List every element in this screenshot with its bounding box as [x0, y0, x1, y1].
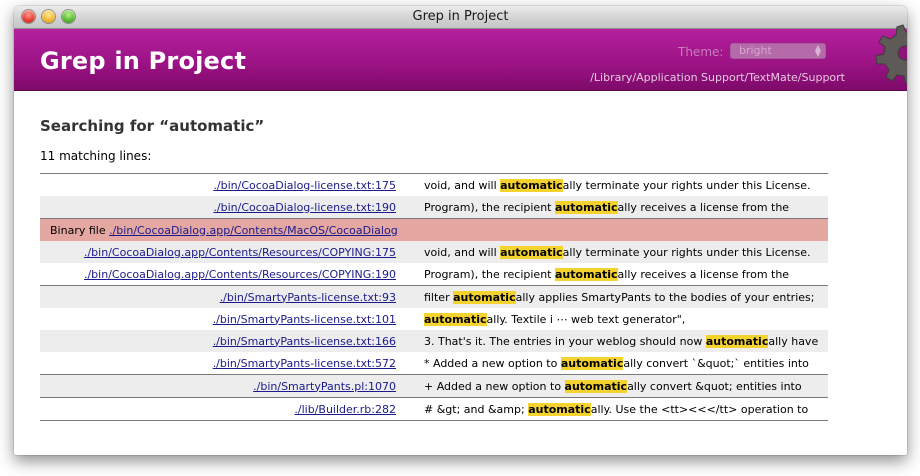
match-highlight: automatic	[528, 402, 591, 416]
updown-arrows-icon: ▲ ▼	[814, 43, 821, 58]
match-highlight: automatic	[453, 290, 516, 304]
line-text-before: void, and will	[424, 245, 501, 259]
theme-select-value: bright	[739, 44, 772, 57]
line-text-before: void, and will	[424, 178, 501, 192]
app-title: Grep in Project	[40, 47, 247, 75]
line-text-before: 3. That's it. The entries in your weblog…	[424, 334, 706, 348]
line-text-before: * Added a new option to	[424, 356, 561, 370]
file-link[interactable]: ./lib/Builder.rb:282	[294, 403, 396, 416]
line-text-after: ally applies SmartyPants to the bodies o…	[515, 290, 815, 304]
match-highlight: automatic	[500, 245, 563, 259]
theme-select[interactable]: bright ▲ ▼	[730, 43, 826, 59]
table-row: ./lib/Builder.rb:282 # &gt; and &amp; au…	[40, 397, 828, 421]
line-text-before: # &gt; and &amp;	[424, 402, 529, 416]
table-row: ./bin/SmartyPants.pl:1070 + Added a new …	[40, 374, 828, 398]
window-title: Grep in Project	[412, 9, 509, 24]
table-row: ./bin/CocoaDialog-license.txt:190 Progra…	[40, 196, 828, 219]
table-row: ./bin/SmartyPants-license.txt:572 * Adde…	[40, 352, 828, 375]
line-text-before: Program), the recipient	[424, 200, 555, 214]
gear-icon	[875, 24, 907, 85]
line-text-before: Program), the recipient	[424, 267, 555, 281]
line-text-after: ally. Use the <tt><<</tt> operation to	[590, 402, 809, 416]
match-highlight: automatic	[555, 267, 618, 281]
match-highlight: automatic	[555, 200, 618, 214]
line-text-before: + Added a new option to	[424, 379, 565, 393]
file-link[interactable]: ./bin/SmartyPants-license.txt:166	[213, 335, 396, 348]
line-text-after: ally receives a license from the	[617, 200, 790, 214]
line-text-after: ally. Textile i ⋯ web text generator",	[486, 312, 686, 326]
title-bar: Grep in Project	[14, 6, 907, 29]
theme-label: Theme:	[678, 45, 724, 59]
line-text-after: ally terminate your rights under this Li…	[562, 178, 811, 192]
file-link[interactable]: ./bin/CocoaDialog-license.txt:175	[213, 179, 396, 192]
file-link[interactable]: ./bin/CocoaDialog.app/Contents/Resources…	[84, 246, 396, 259]
line-text-after: ally terminate your rights under this Li…	[562, 245, 811, 259]
match-highlight: automatic	[564, 379, 628, 393]
app-header: Grep in Project Theme: bright ▲ ▼ /Librar…	[14, 24, 907, 91]
table-row: ./bin/CocoaDialog-license.txt:175 void, …	[40, 173, 828, 196]
line-text-after: ally receives a license from the	[617, 267, 790, 281]
file-link[interactable]: ./bin/SmartyPants-license.txt:572	[213, 357, 396, 370]
match-highlight: automatic	[424, 312, 487, 326]
line-text-after: ally convert `&quot;` entities into	[623, 356, 809, 370]
binary-prefix: Binary file	[50, 223, 106, 237]
search-heading: Searching for “automatic”	[40, 117, 265, 135]
app-window: Grep in Project Grep in Project Theme: b…	[14, 6, 907, 455]
line-text-after: ally have	[768, 334, 819, 348]
match-highlight: automatic	[500, 178, 563, 192]
table-row: ./bin/CocoaDialog.app/Contents/Resources…	[40, 241, 828, 263]
match-highlight: automatic	[560, 356, 624, 370]
file-link[interactable]: ./bin/SmartyPants.pl:1070	[253, 380, 396, 393]
line-text-after: ally convert &quot; entities into	[627, 379, 802, 393]
table-row: ./bin/SmartyPants-license.txt:93 filter …	[40, 285, 828, 308]
match-count: 11 matching lines:	[40, 149, 152, 163]
match-highlight: automatic	[705, 334, 769, 348]
binary-file-link[interactable]: ./bin/CocoaDialog.app/Contents/MacOS/Coc…	[109, 224, 398, 237]
file-link[interactable]: ./bin/CocoaDialog.app/Contents/Resources…	[84, 268, 396, 281]
table-row: ./bin/SmartyPants-license.txt:166 3. Tha…	[40, 330, 828, 352]
line-text-before: filter	[424, 290, 454, 304]
file-link[interactable]: ./bin/SmartyPants-license.txt:101	[213, 313, 396, 326]
file-link[interactable]: ./bin/CocoaDialog-license.txt:190	[213, 201, 396, 214]
main-content: Searching for “automatic” 11 matching li…	[14, 91, 907, 421]
table-row: ./bin/SmartyPants-license.txt:101 automa…	[40, 308, 828, 330]
binary-file-row: Binary file ./bin/CocoaDialog.app/Conten…	[40, 218, 828, 241]
results-table: ./bin/CocoaDialog-license.txt:175 void, …	[40, 173, 828, 421]
file-link[interactable]: ./bin/SmartyPants-license.txt:93	[220, 291, 396, 304]
table-row: ./bin/CocoaDialog.app/Contents/Resources…	[40, 263, 828, 286]
support-path: /Library/Application Support/TextMate/Su…	[590, 71, 845, 84]
